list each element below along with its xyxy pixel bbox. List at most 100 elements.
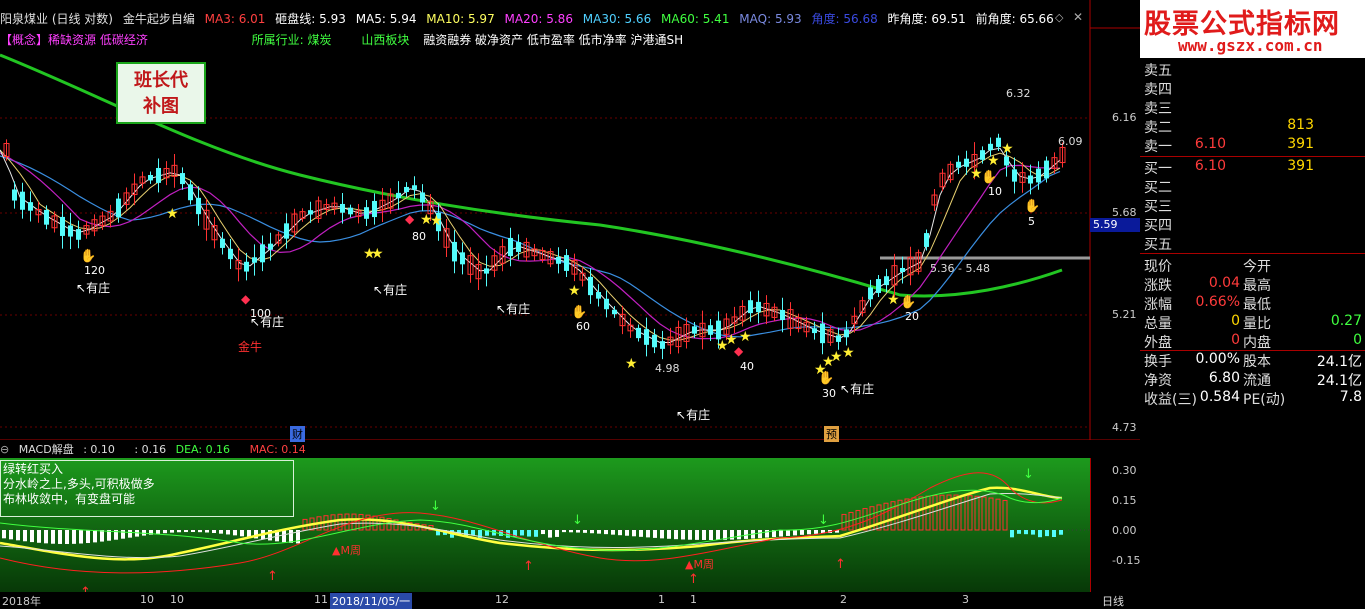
bid-row[interactable]: 买一 6.10 391 xyxy=(1144,158,1364,177)
forecast-marker[interactable]: 预 xyxy=(824,426,839,442)
mark-label: 30 xyxy=(822,387,836,400)
quote-label: 外盘 xyxy=(1144,335,1172,351)
note-line-1: 绿转红买入 xyxy=(3,462,64,476)
macd-bar xyxy=(1059,530,1063,535)
bid-row[interactable]: 买三 xyxy=(1144,196,1364,215)
youzhuang-label: ↖有庄 xyxy=(373,283,408,297)
quote-label: 最高 xyxy=(1243,278,1271,294)
stats-label: 换手 xyxy=(1144,354,1172,370)
quote-row: 涨幅 0.66% 最低 xyxy=(1144,294,1365,313)
sticker-line-1: 班长代 xyxy=(134,70,188,91)
bid-label: 买一 xyxy=(1144,161,1172,177)
candle-body xyxy=(604,298,609,310)
ma10-value: MA10: 5.97 xyxy=(426,12,495,26)
concept-tags[interactable]: 【概念】稀缺资源 低碳经济 xyxy=(0,33,148,47)
macd-bar xyxy=(702,530,706,540)
front-angle-value: 前角度: 65.66 xyxy=(975,12,1054,26)
stock-name[interactable]: 阳泉煤业 (日线 对数) xyxy=(0,12,113,26)
candle-body xyxy=(228,248,233,260)
macd-bar xyxy=(674,530,678,540)
youzhuang-label: ↖有庄 xyxy=(250,315,285,329)
ask-row[interactable]: 卖二 813 xyxy=(1144,117,1364,136)
candle-body xyxy=(988,143,993,151)
ask-row[interactable]: 卖三 xyxy=(1144,98,1364,117)
candle-body xyxy=(964,158,969,167)
ask-row[interactable]: 卖一 6.10 391 xyxy=(1144,136,1364,155)
ask-row[interactable]: 卖四 xyxy=(1144,79,1364,98)
macd-bar xyxy=(177,530,181,533)
macd-bar xyxy=(23,530,27,542)
stats-label: 净资 xyxy=(1144,373,1172,389)
mark-label: 80 xyxy=(412,230,426,243)
macd-title[interactable]: MACD解盘 xyxy=(19,443,74,456)
macd-bar xyxy=(9,530,13,540)
up-arrow-icon: ↑ xyxy=(80,585,91,592)
finance-marker[interactable]: 财 xyxy=(290,426,305,442)
macd-bar xyxy=(219,530,223,534)
date-tick: 12 xyxy=(495,593,509,606)
candle-body xyxy=(1028,175,1033,184)
ask-row[interactable]: 卖五 xyxy=(1144,60,1364,79)
sector-label: 山西板块 xyxy=(361,33,410,47)
candle-body xyxy=(372,200,377,218)
quote-row: 现价 今开 xyxy=(1144,256,1365,275)
price-tick: 4.73 xyxy=(1112,421,1137,434)
macd-bar xyxy=(541,530,545,535)
candle-body xyxy=(836,335,841,342)
macd-bar xyxy=(44,530,48,544)
macd-bar xyxy=(590,530,594,534)
macd-bar xyxy=(737,530,741,540)
candle-body xyxy=(508,237,513,257)
macd-bar xyxy=(1031,530,1035,535)
hand-icon: ✋ xyxy=(1024,198,1040,214)
close-icon[interactable]: ✕ xyxy=(1073,10,1083,24)
macd-bar xyxy=(611,530,615,535)
macd-bar xyxy=(604,530,608,535)
macd-bar xyxy=(709,530,713,540)
mark-label: 10 xyxy=(988,185,1002,198)
macd-bar xyxy=(765,530,769,538)
candle-body xyxy=(460,252,465,265)
quote-label: 现价 xyxy=(1144,259,1172,275)
candle-body xyxy=(844,329,849,338)
candle-body xyxy=(68,225,73,237)
macd-bar xyxy=(583,530,587,533)
candle-body xyxy=(12,189,17,201)
bid-row[interactable]: 买四 xyxy=(1144,215,1364,234)
low-price-label: 4.98 xyxy=(655,362,680,375)
candle-body xyxy=(884,276,889,286)
macd-bar xyxy=(646,530,650,538)
quote-row: 涨跌 0.04 最高 xyxy=(1144,275,1365,294)
candle-body xyxy=(188,184,193,201)
candle-body xyxy=(660,341,665,349)
candle-body xyxy=(412,185,417,190)
macd-bar xyxy=(562,530,566,533)
panel-collapse-icon[interactable]: ⊖ xyxy=(0,443,9,456)
formula-name[interactable]: 金牛起步自编 xyxy=(123,12,195,26)
current-price-tag: 5.59 xyxy=(1093,218,1118,231)
macd-bar xyxy=(576,530,580,533)
macd-tick: 0.15 xyxy=(1112,494,1137,507)
hand-icon: ✋ xyxy=(571,304,587,320)
bid-row[interactable]: 买二 xyxy=(1144,177,1364,196)
candle-body xyxy=(820,323,825,344)
candle-body xyxy=(20,191,25,210)
candle-body xyxy=(636,327,641,339)
bid-row[interactable]: 买五 xyxy=(1144,234,1364,253)
down-arrow-icon: ↓ xyxy=(818,513,829,528)
macd-bar xyxy=(786,530,790,536)
bid-label: 买二 xyxy=(1144,180,1172,196)
settings-diamond-icon[interactable]: ◇ xyxy=(1055,11,1063,24)
macd-bar xyxy=(688,530,692,540)
ask-label: 卖四 xyxy=(1144,82,1172,98)
macd-note-box: 绿转红买入 分水岭之上,多头,可积极做多 布林收敛中，有变盘可能 xyxy=(0,460,294,517)
star-icon: ★ xyxy=(430,213,443,229)
quote-label: 内盘 xyxy=(1243,335,1271,351)
mark-label: 60 xyxy=(576,320,590,333)
candle-body xyxy=(252,257,257,263)
macd-bar xyxy=(632,530,636,537)
stats-row: 换手 0.00% 股本 24.1亿 xyxy=(1144,351,1365,370)
macd-bar xyxy=(212,530,216,534)
candle-body xyxy=(956,161,961,168)
feature-tags: 融资融券 破净资产 低市盈率 低市净率 沪港通SH xyxy=(423,33,684,47)
